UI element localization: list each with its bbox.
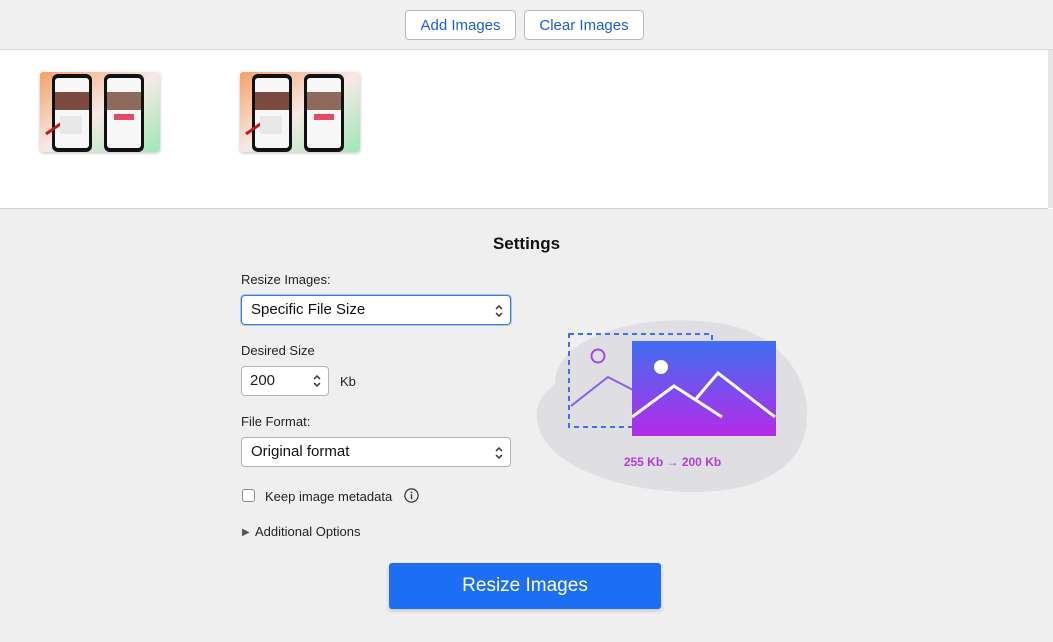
thumbnail-preview: [40, 72, 160, 152]
desired-size-stepper[interactable]: 200: [241, 366, 329, 396]
desired-size-unit: Kb: [340, 374, 356, 389]
desired-size-label: Desired Size: [241, 343, 315, 358]
image-list: [0, 50, 1048, 209]
clear-images-button[interactable]: Clear Images: [524, 10, 644, 40]
image-thumbnail[interactable]: [40, 72, 160, 152]
resize-mode-value: Specific File Size: [251, 301, 366, 318]
size-comparison-caption: 255 Kb → 200 Kb: [623, 455, 722, 469]
toolbar: Add Images Clear Images: [0, 0, 1053, 50]
image-thumbnail[interactable]: [240, 72, 360, 152]
desired-size-value: 200: [250, 372, 276, 389]
keep-metadata-label[interactable]: Keep image metadata: [265, 489, 392, 504]
settings-title: Settings: [492, 234, 561, 253]
resize-images-label: Resize Images:: [241, 272, 331, 287]
resize-mode-select[interactable]: Specific File Size: [241, 295, 511, 325]
keep-metadata-checkbox[interactable]: [242, 489, 255, 502]
stepper-arrows-icon[interactable]: [312, 373, 322, 389]
thumbnail-preview: [240, 72, 360, 152]
add-images-button[interactable]: Add Images: [405, 10, 516, 40]
resize-images-button[interactable]: Resize Images: [389, 563, 661, 609]
settings-panel: Settings Resize Images: Specific File Si…: [0, 209, 1053, 642]
disclosure-triangle-icon[interactable]: ▶: [242, 527, 250, 538]
info-icon[interactable]: [404, 488, 419, 503]
chevron-updown-icon: [495, 446, 503, 460]
resize-illustration: [536, 320, 808, 493]
image-list-scrollbar[interactable]: [1048, 50, 1053, 208]
chevron-updown-icon: [495, 304, 503, 318]
file-format-select[interactable]: Original format: [241, 437, 511, 467]
additional-options-toggle[interactable]: Additional Options: [255, 524, 361, 539]
file-format-value: Original format: [251, 443, 350, 460]
file-format-label: File Format:: [241, 414, 311, 429]
